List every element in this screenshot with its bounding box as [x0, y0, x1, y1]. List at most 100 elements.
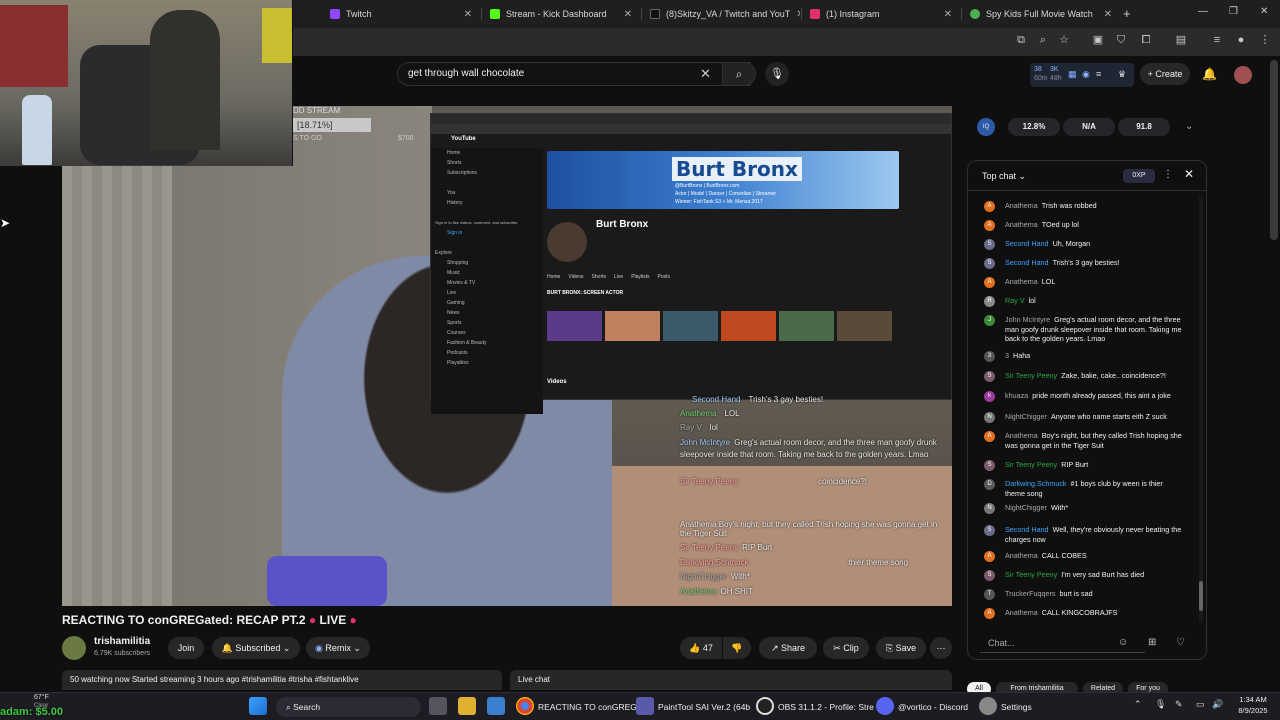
- chat-author-avatar[interactable]: J: [984, 315, 995, 326]
- chat-message[interactable]: S Sir Teeny Peeny RIP Burt: [984, 460, 1184, 471]
- photos-icon[interactable]: [487, 697, 505, 715]
- discord-icon[interactable]: [876, 697, 894, 715]
- chat-author-avatar[interactable]: S: [984, 570, 995, 581]
- close-icon[interactable]: ✕: [938, 9, 952, 20]
- chat-message[interactable]: A Anathema LOL: [984, 277, 1184, 288]
- task-view-icon[interactable]: [429, 697, 447, 715]
- chat-message[interactable]: A Anathema CALL COBES: [984, 551, 1184, 562]
- taskbar-app-chrome[interactable]: REACTING TO conGREG: [538, 697, 637, 717]
- chat-author[interactable]: NightChigger: [1005, 412, 1047, 421]
- chat-author-avatar[interactable]: S: [984, 371, 995, 382]
- chat-author[interactable]: Anathema: [1005, 201, 1038, 210]
- chat-message[interactable]: N NightChigger Anyone who name starts eith…: [984, 412, 1184, 423]
- account-avatar[interactable]: [1234, 66, 1252, 84]
- chat-message[interactable]: 3 3 Haha: [984, 351, 1184, 362]
- settings-gear-icon[interactable]: [979, 697, 997, 715]
- more-options-icon[interactable]: ⋮: [1163, 169, 1173, 180]
- cast-icon[interactable]: ⧉: [1015, 34, 1027, 46]
- chat-message[interactable]: D Darkwing.Schmuck #1 boys club by ween is…: [984, 479, 1184, 498]
- taskbar-app-obs[interactable]: OBS 31.1.2 - Profile: Stre: [778, 697, 874, 717]
- clip-button[interactable]: ✂ Clip: [823, 637, 869, 659]
- chat-message[interactable]: A Anathema Boy's night, but they called Tr…: [984, 431, 1184, 450]
- windows-start-icon[interactable]: [249, 697, 267, 715]
- tray-volume-icon[interactable]: 🔊: [1212, 699, 1223, 710]
- maximize-icon[interactable]: ❐: [1229, 6, 1238, 17]
- chrome-icon[interactable]: [516, 697, 534, 715]
- chat-author[interactable]: Anathema: [1005, 551, 1038, 560]
- tab-spy-kids[interactable]: Spy Kids Full Movie Watch ✕: [962, 3, 1120, 25]
- chat-author[interactable]: Anathema: [1005, 277, 1038, 286]
- zoom-icon[interactable]: ⌕: [1037, 34, 1049, 46]
- chat-message[interactable]: S Sir Teeny Peeny I'm very sad Burt has di…: [984, 570, 1184, 581]
- xp-badge[interactable]: 0XP: [1123, 169, 1155, 183]
- search-button[interactable]: ⌕: [722, 62, 756, 86]
- taskbar-clock[interactable]: 1:34 AM 8/9/2025: [1228, 694, 1278, 716]
- chat-author[interactable]: Darkwing.Schmuck: [1005, 479, 1067, 488]
- chat-author-avatar[interactable]: S: [984, 460, 995, 471]
- taskbar-search[interactable]: ⌕ Search: [276, 697, 421, 717]
- video-description[interactable]: 50 watching now Started streaming 3 hour…: [62, 670, 502, 690]
- chat-author-avatar[interactable]: N: [984, 503, 995, 514]
- tray-chevron-icon[interactable]: ⌃: [1134, 699, 1142, 710]
- tray-network-icon[interactable]: ▭: [1196, 699, 1205, 710]
- taskbar-app-discord[interactable]: @vortico - Discord: [898, 697, 968, 717]
- close-chat-icon[interactable]: ✕: [1184, 167, 1194, 181]
- channel-name[interactable]: trishamilitia: [94, 636, 150, 647]
- weather-temp[interactable]: 67°F: [34, 694, 49, 701]
- dislike-button[interactable]: 👎: [723, 637, 751, 659]
- search-input[interactable]: get through wall chocolate: [397, 62, 751, 86]
- chat-author[interactable]: khuaza: [1005, 391, 1028, 400]
- taskbar-app-painttool[interactable]: PaintTool SAI Ver.2 (64b: [658, 697, 750, 717]
- chat-author[interactable]: Anathema: [1005, 220, 1038, 229]
- profile-icon[interactable]: ●: [1235, 34, 1247, 46]
- close-icon[interactable]: ✕: [790, 9, 800, 20]
- more-actions-button[interactable]: ⋯: [930, 637, 952, 659]
- chat-author[interactable]: Ray V: [1005, 296, 1025, 305]
- chat-author-avatar[interactable]: A: [984, 201, 995, 212]
- menu-lines-icon[interactable]: ≡: [1211, 34, 1223, 46]
- chat-scrollbar-track[interactable]: [1199, 197, 1203, 621]
- chat-author-avatar[interactable]: A: [984, 551, 995, 562]
- remix-button[interactable]: ◉ Remix ⌄: [306, 637, 370, 659]
- star-icon[interactable]: ☆: [1058, 34, 1070, 46]
- shield-icon[interactable]: ⛉: [1115, 34, 1127, 46]
- chat-author[interactable]: John McIntyre: [1005, 315, 1050, 324]
- channel-avatar[interactable]: [62, 636, 86, 660]
- extension-stats[interactable]: 38 60m 3K 48h ▦ ◉ ≡ ♛: [1030, 63, 1134, 87]
- painttool-icon[interactable]: [636, 697, 654, 715]
- taskbar-app-settings[interactable]: Settings: [1001, 697, 1032, 717]
- chat-message-list[interactable]: A Anathema Trish was robbed A Anathema TOed u…: [968, 191, 1200, 621]
- tray-mic-icon[interactable]: 🎙: [1155, 699, 1166, 710]
- chat-author-avatar[interactable]: A: [984, 220, 995, 231]
- chat-author-avatar[interactable]: 3: [984, 351, 995, 362]
- chat-author-avatar[interactable]: k: [984, 391, 995, 402]
- file-explorer-icon[interactable]: [458, 697, 476, 715]
- chat-message[interactable]: S Second Hand Well, they're obviously neve…: [984, 525, 1184, 544]
- tab-kick-dashboard[interactable]: Stream - Kick Dashboard ✕: [482, 3, 640, 25]
- extension-icon[interactable]: ▣: [1092, 34, 1104, 46]
- chat-message[interactable]: S Second Hand Trish's 3 gay besties!: [984, 258, 1184, 269]
- chat-author-avatar[interactable]: A: [984, 431, 995, 442]
- chat-author-avatar[interactable]: S: [984, 258, 995, 269]
- chat-author[interactable]: Second Hand: [1005, 525, 1049, 534]
- emoji-icon[interactable]: ☺: [1118, 637, 1128, 648]
- chat-author-avatar[interactable]: S: [984, 239, 995, 250]
- chat-message[interactable]: A Anathema CALL KINGCOBRAJFS: [984, 608, 1184, 619]
- video-player[interactable]: YouTube Home Shorts Subscriptions You Hi…: [62, 106, 952, 606]
- chat-message[interactable]: R Ray Vlol: [984, 296, 1184, 307]
- share-button[interactable]: ↗ Share: [759, 637, 817, 659]
- join-button[interactable]: Join: [168, 637, 204, 659]
- tab-instagram[interactable]: (1) Instagram ✕: [802, 3, 960, 25]
- chat-author-avatar[interactable]: D: [984, 479, 995, 490]
- chat-author[interactable]: Sir Teeny Peeny: [1005, 570, 1057, 579]
- super-chat-icon[interactable]: ⊞: [1148, 637, 1156, 648]
- chat-author[interactable]: Anathema: [1005, 608, 1038, 617]
- new-tab-button[interactable]: +: [1123, 6, 1131, 21]
- chevron-down-icon[interactable]: ⌄: [1185, 121, 1193, 132]
- puzzle-icon[interactable]: ⧠: [1140, 34, 1152, 46]
- page-scrollbar[interactable]: [1270, 60, 1278, 240]
- save-button[interactable]: ⎘ Save: [876, 637, 926, 659]
- kebab-icon[interactable]: ⋮: [1259, 34, 1271, 46]
- chat-scrollbar-thumb[interactable]: [1199, 581, 1203, 611]
- chat-message[interactable]: A Anathema TOed up lol: [984, 220, 1184, 231]
